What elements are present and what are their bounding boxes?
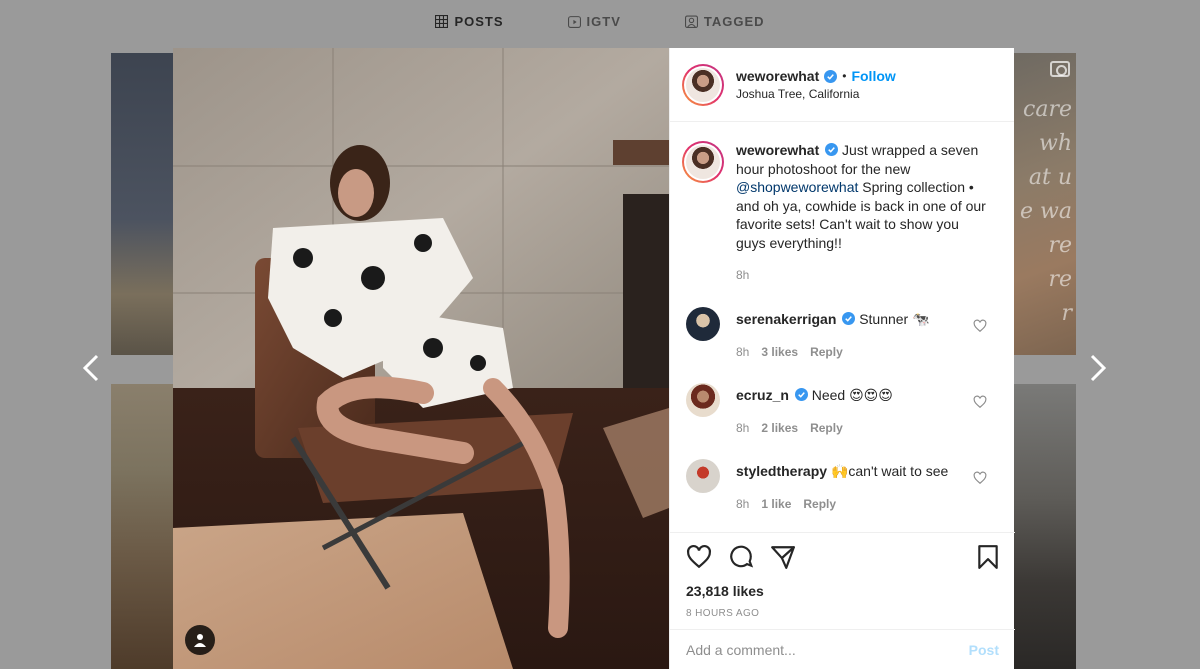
raised-hands-emoji-icon: 🙌 [830, 463, 849, 480]
commenter-username[interactable]: styledtherapy [736, 463, 827, 479]
heart-icon [687, 544, 711, 569]
comment-text: Need [811, 386, 846, 403]
tab-posts[interactable]: POSTS [435, 14, 503, 29]
commenter-avatar[interactable] [686, 306, 720, 341]
paper-plane-icon [771, 546, 795, 569]
tab-tagged-label: TAGGED [703, 14, 765, 29]
reply-button[interactable]: Reply [810, 343, 843, 361]
verified-badge-icon [825, 143, 839, 156]
heart-icon [973, 471, 987, 484]
tagged-people-button[interactable] [185, 625, 215, 655]
tab-igtv-label: IGTV [586, 14, 621, 29]
save-button[interactable] [975, 544, 1001, 570]
camera-icon [1050, 61, 1070, 77]
verified-badge-icon [842, 311, 856, 325]
post-caption: weworewhat Just wrapped a seven hour pho… [670, 123, 1015, 285]
post-photo[interactable] [173, 48, 669, 669]
separator-dot: • [842, 69, 847, 83]
bookmark-icon [978, 545, 998, 569]
post-comment-button[interactable]: Post [969, 642, 999, 658]
chevron-right-icon [1090, 354, 1107, 382]
like-button[interactable] [686, 544, 712, 570]
comment-item: serenakerrigan Stunner 🐄 8h 3 likes Repl… [670, 306, 1015, 361]
tab-posts-label: POSTS [454, 14, 504, 29]
post-sidebar: weworewhat • Follow Joshua Tree, Califor… [669, 48, 1015, 669]
location-link[interactable]: Joshua Tree, California [736, 87, 896, 101]
post-header: weworewhat • Follow Joshua Tree, Califor… [670, 48, 1014, 122]
caption-time: 8h [736, 268, 750, 282]
commenter-username[interactable]: ecruz_n [736, 387, 789, 403]
heart-icon [973, 319, 987, 332]
commenter-avatar[interactable] [686, 382, 720, 417]
author-avatar[interactable] [682, 63, 724, 106]
verified-badge-icon [824, 69, 838, 83]
profile-tabs: POSTS IGTV TAGGED [0, 14, 1200, 29]
previous-post-button[interactable] [80, 352, 104, 384]
comment-likes-link[interactable]: 1 like [761, 495, 791, 513]
post-timestamp: 8 HOURS AGO [686, 608, 760, 619]
comment-text: Stunner [859, 310, 909, 327]
photo-scene [173, 48, 669, 669]
comment-bubble-icon [730, 545, 754, 568]
post-modal: weworewhat • Follow Joshua Tree, Califor… [173, 48, 1015, 669]
comment-like-button[interactable] [973, 471, 987, 485]
tab-igtv[interactable]: IGTV [567, 14, 621, 29]
comment-like-button[interactable] [973, 395, 987, 409]
post-actions: 23,818 likes 8 HOURS AGO [670, 532, 1015, 619]
comment-time: 8h [736, 496, 750, 511]
comment-like-button[interactable] [973, 319, 987, 333]
grid-thumbnail[interactable]: care wh at u e wa re re r [1014, 53, 1076, 355]
tab-tagged[interactable]: TAGGED [684, 14, 765, 29]
igtv-icon [567, 16, 581, 28]
reply-button[interactable]: Reply [803, 495, 836, 513]
thumbnail-handwriting: care wh at u e wa re re r [1020, 97, 1072, 326]
comment-item: styledtherapy 🙌can't wait to see 8h 1 li… [670, 458, 1015, 513]
grid-thumbnail[interactable] [111, 384, 175, 669]
chevron-left-icon [82, 354, 99, 382]
reply-button[interactable]: Reply [810, 419, 843, 437]
comment-time: 8h [736, 420, 750, 435]
grid-icon [435, 15, 449, 28]
comment-likes-link[interactable]: 3 likes [761, 343, 798, 361]
tag-icon [684, 15, 698, 28]
comment-button[interactable] [728, 544, 754, 570]
comment-input[interactable] [686, 641, 969, 658]
likes-count[interactable]: 23,818 likes [686, 583, 1001, 599]
commenter-avatar[interactable] [686, 458, 720, 493]
caption-username[interactable]: weworewhat [736, 142, 819, 158]
heart-icon [973, 395, 987, 408]
next-post-button[interactable] [1085, 352, 1109, 384]
heart-eyes-emoji-icon: 😍😍😍 [849, 387, 893, 404]
user-icon [194, 634, 206, 647]
verified-badge-icon [794, 387, 808, 401]
share-button[interactable] [770, 544, 796, 570]
grid-thumbnail[interactable] [1014, 384, 1076, 669]
author-username[interactable]: weworewhat [736, 68, 819, 84]
comment-text: can't wait to see [848, 462, 949, 479]
comment-time: 8h [736, 344, 750, 359]
caption-mention-link[interactable]: @shopweworewhat [736, 179, 858, 195]
comments-list: weworewhat Just wrapped a seven hour pho… [670, 123, 1015, 532]
commenter-username[interactable]: serenakerrigan [736, 311, 836, 327]
follow-button[interactable]: Follow [851, 68, 895, 84]
comment-likes-link[interactable]: 2 likes [761, 419, 798, 437]
comment-item: ecruz_n Need 😍😍😍 8h 2 likes Reply [670, 382, 1015, 437]
caption-avatar[interactable] [682, 141, 724, 183]
add-comment-bar: Post [670, 629, 1015, 669]
cow-emoji-icon: 🐄 [912, 311, 930, 328]
grid-thumbnail[interactable] [111, 53, 175, 355]
